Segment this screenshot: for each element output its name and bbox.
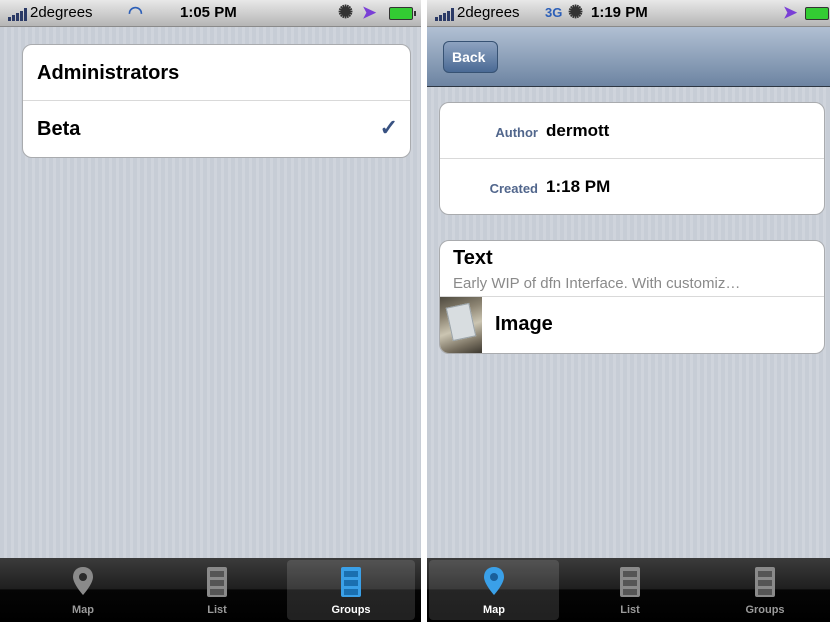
tab-label: List [207,604,227,616]
tab-list[interactable]: List [565,560,695,620]
groups-list: Administrators Beta ✓ [22,44,411,158]
status-bar: 2degrees ◠ 1:05 PM ✺ ➤ [0,0,421,27]
status-time: 1:05 PM [180,4,237,21]
activity-icon: ✺ [338,2,354,22]
signal-icon [8,8,28,21]
list-item[interactable]: Administrators [23,45,410,101]
tab-map[interactable]: Map [429,560,559,620]
detail-key: Author [495,125,538,140]
image-label: Image [495,313,553,335]
tab-groups[interactable]: Groups [287,560,415,620]
image-item[interactable]: Image [440,297,824,353]
navigation-bar: Back [427,27,830,87]
detail-screen: 2degrees 3G ✺ 1:19 PM ➤ Back Author derm… [427,0,830,622]
network-type: 3G [545,5,563,20]
text-preview: Early WIP of dfn Interface. With customi… [453,275,741,292]
tab-groups[interactable]: Groups [701,560,829,620]
content-group: Text Early WIP of dfn Interface. With cu… [439,240,825,354]
detail-value: dermott [546,121,610,140]
cabinet-icon [207,567,227,597]
signal-icon [435,8,455,21]
group-label: Administrators [37,62,180,84]
wifi-icon: ◠ [128,3,143,22]
group-label: Beta [37,118,81,140]
detail-row: Author dermott [440,103,824,159]
location-icon: ➤ [783,3,798,22]
status-time: 1:19 PM [591,4,648,21]
details-group: Author dermott Created 1:18 PM [439,102,825,215]
tab-bar: Map List Groups [0,558,421,622]
text-title: Text [453,247,493,269]
map-pin-icon [73,567,93,595]
tab-label: Groups [331,604,371,616]
text-item[interactable]: Text Early WIP of dfn Interface. With cu… [440,241,824,297]
tab-label: Map [483,604,505,616]
map-pin-icon [484,567,504,595]
tab-map[interactable]: Map [18,560,148,620]
back-button[interactable]: Back [443,41,499,73]
list-item[interactable]: Beta ✓ [23,101,410,156]
battery-icon [389,7,416,20]
detail-row: Created 1:18 PM [440,159,824,214]
activity-icon: ✺ [568,2,584,22]
tab-label: Map [72,604,94,616]
checkmark-icon: ✓ [379,115,398,140]
carrier-name: 2degrees [30,4,93,21]
groups-screen: 2degrees ◠ 1:05 PM ✺ ➤ Administrators Be… [0,0,421,622]
tab-label: Groups [745,604,785,616]
cabinet-icon [341,567,361,597]
detail-value: 1:18 PM [546,177,611,196]
tab-label: List [620,604,640,616]
tab-list[interactable]: List [152,560,282,620]
battery-icon [805,7,829,20]
location-icon: ➤ [362,3,377,22]
status-bar: 2degrees 3G ✺ 1:19 PM ➤ [427,0,830,27]
tab-bar: Map List Groups [427,558,830,622]
carrier-name: 2degrees [457,4,520,21]
detail-key: Created [489,181,538,196]
cabinet-icon [620,567,640,597]
cabinet-icon [755,567,775,597]
image-thumbnail [440,297,482,353]
